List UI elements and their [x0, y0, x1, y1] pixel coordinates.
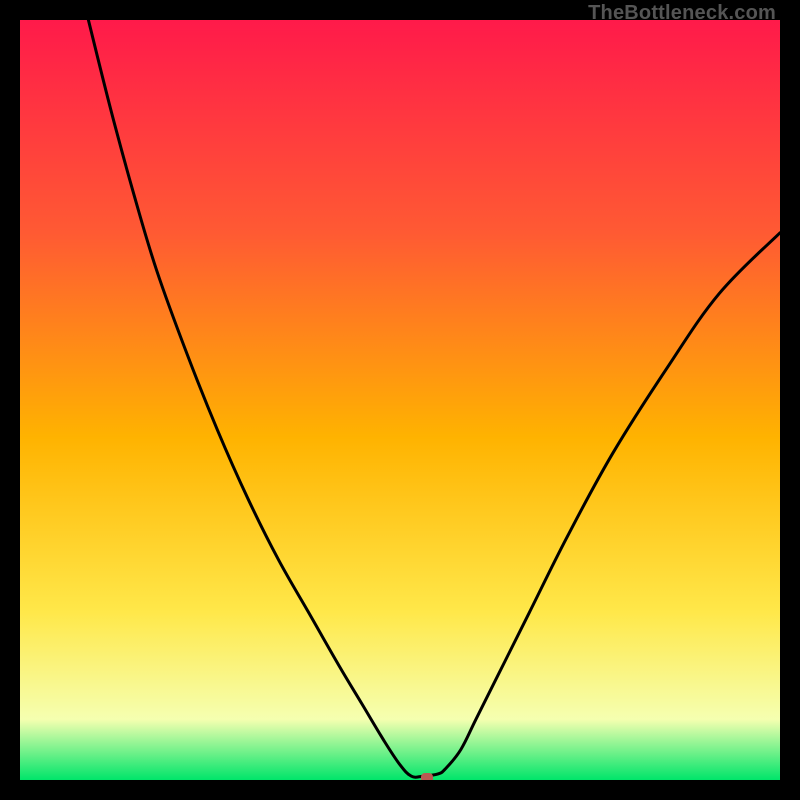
optimal-point-marker: [421, 773, 433, 780]
plot-area: [20, 20, 780, 780]
watermark-text: TheBottleneck.com: [588, 2, 776, 25]
chart-frame: TheBottleneck.com: [0, 0, 800, 800]
bottleneck-curve: [88, 20, 780, 777]
curve-svg: [20, 20, 780, 780]
